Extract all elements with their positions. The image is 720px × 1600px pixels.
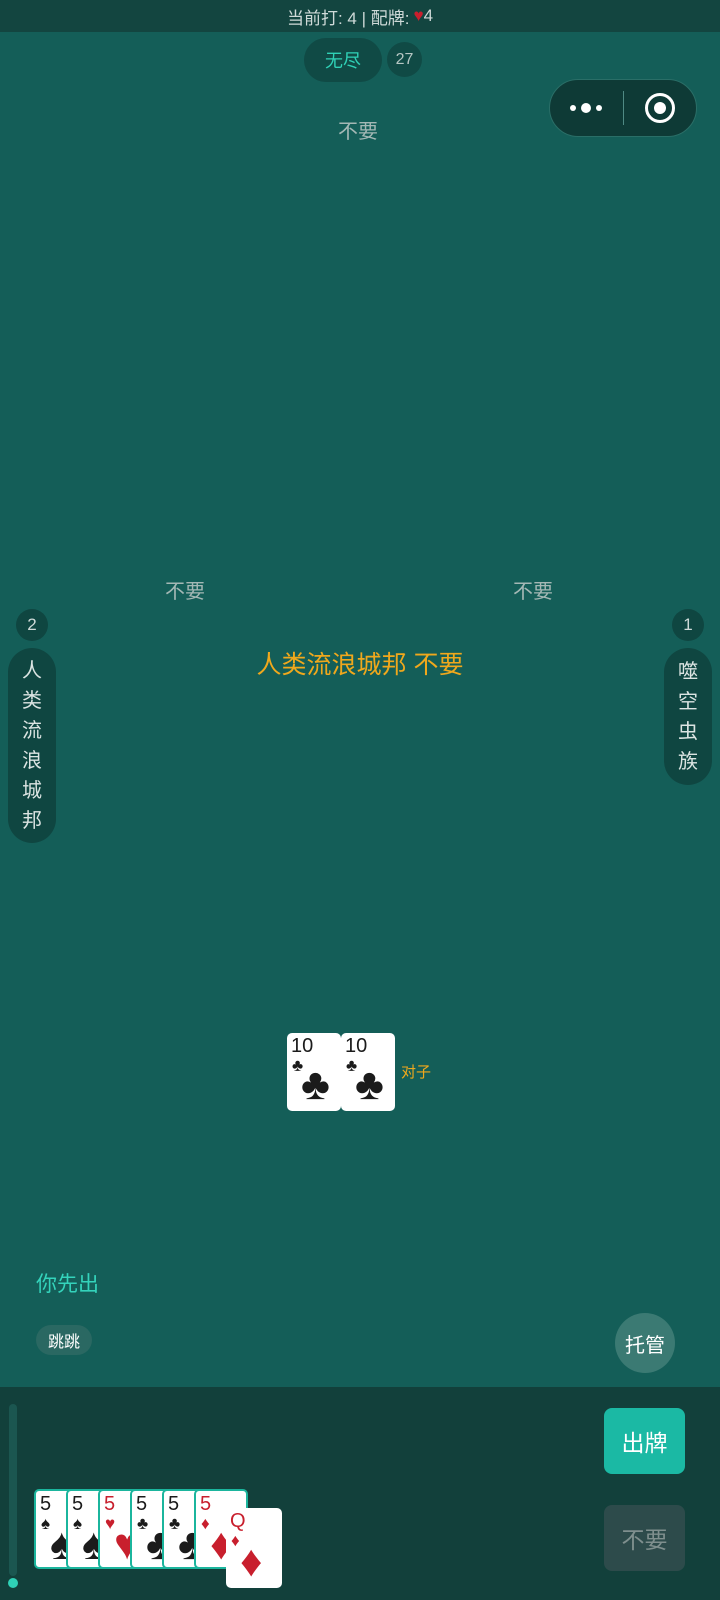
spade-icon: ♠: [73, 1514, 83, 1533]
mode-pill[interactable]: 无尽: [304, 38, 382, 82]
spade-icon: ♠: [41, 1514, 51, 1533]
name-char: 流: [22, 719, 42, 742]
left-opponent-name: 人 类 流 浪 城 邦: [8, 648, 56, 843]
combo-label: 对子: [401, 1064, 432, 1081]
right-opponent-name: 噬 空 虫 族: [664, 648, 712, 785]
diamond-icon: ♦: [231, 1531, 240, 1550]
right-opponent-action: 不要: [513, 581, 553, 603]
card-rank: Q: [230, 1510, 246, 1532]
hand-scrollbar[interactable]: [9, 1404, 17, 1576]
card-rank: 10: [291, 1035, 314, 1057]
card-rank: 5: [136, 1493, 148, 1515]
card-rank: 5: [72, 1493, 84, 1515]
scroll-indicator: [8, 1578, 18, 1588]
name-char: 城: [22, 779, 42, 802]
name-char: 浪: [22, 749, 42, 772]
card-rank: 5: [104, 1493, 116, 1515]
left-rank-badge: 2: [16, 609, 48, 641]
left-opponent-action: 不要: [165, 581, 205, 603]
more-dots-icon[interactable]: [550, 80, 623, 136]
name-char: 噬: [678, 660, 698, 683]
name-char: 邦: [22, 809, 42, 832]
name-char: 类: [22, 689, 42, 712]
wild-rank: 4: [423, 6, 434, 25]
card-rank: 5: [200, 1493, 212, 1515]
card-rank: 10: [345, 1035, 368, 1057]
play-button[interactable]: 出牌: [604, 1408, 685, 1474]
name-char: 人: [22, 659, 42, 682]
card-rank: 5: [40, 1493, 52, 1515]
played-card: 10 ♣ ♣: [341, 1033, 395, 1111]
played-card: 10 ♣ ♣: [287, 1033, 341, 1111]
name-char: 族: [678, 750, 698, 773]
card-rank: 5: [168, 1493, 180, 1515]
status-text: 当前打: 4 | 配牌:: [286, 8, 410, 28]
diamond-icon: ♦: [201, 1514, 210, 1533]
turn-status: 你先出: [36, 1273, 99, 1296]
club-icon: ♣: [355, 1060, 384, 1109]
club-icon: ♣: [301, 1060, 330, 1109]
player-nickname: 跳跳: [36, 1325, 93, 1355]
right-rank-badge: 1: [672, 609, 704, 641]
pass-button[interactable]: 不要: [604, 1505, 685, 1571]
center-message: 人类流浪城邦 不要: [256, 651, 464, 679]
count-badge: 27: [387, 42, 422, 77]
status-bar: 当前打: 4 | 配牌: ♥ 4: [0, 0, 720, 32]
name-char: 空: [678, 690, 698, 713]
diamond-icon: ♦: [240, 1537, 263, 1586]
mini-program-capsule: [549, 79, 697, 137]
top-opponent-action: 不要: [338, 121, 378, 143]
name-char: 虫: [678, 720, 698, 743]
hand-card[interactable]: Q ♦ ♦: [226, 1508, 282, 1588]
heart-icon: ♥: [413, 6, 424, 25]
auto-play-button[interactable]: 托管: [615, 1313, 675, 1373]
target-icon[interactable]: [624, 80, 697, 136]
